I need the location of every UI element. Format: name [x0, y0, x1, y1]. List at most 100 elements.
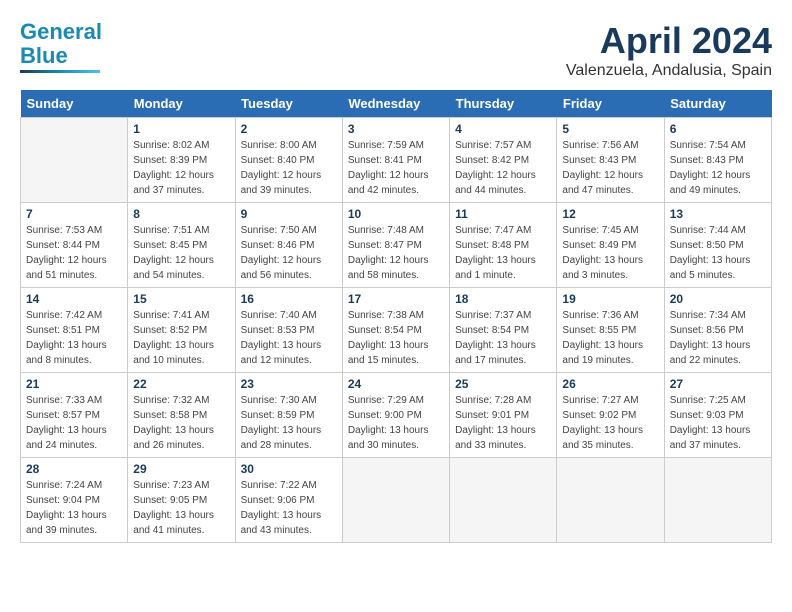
calendar-cell: 30 Sunrise: 7:22 AMSunset: 9:06 PMDayligh…	[235, 458, 342, 543]
col-header-friday: Friday	[557, 90, 664, 118]
calendar-cell: 9Sunrise: 7:50 AMSunset: 8:46 PMDaylight…	[235, 203, 342, 288]
calendar-cell	[21, 118, 128, 203]
calendar-cell: 18Sunrise: 7:37 AMSunset: 8:54 PMDayligh…	[450, 288, 557, 373]
day-number: 12	[562, 207, 658, 221]
calendar-table: SundayMondayTuesdayWednesdayThursdayFrid…	[20, 90, 772, 543]
day-info: Sunrise: 7:29 AMSunset: 9:00 PMDaylight:…	[348, 393, 444, 453]
calendar-cell: 28 Sunrise: 7:24 AMSunset: 9:04 PMDayligh…	[21, 458, 128, 543]
day-info: Sunrise: 7:41 AMSunset: 8:52 PMDaylight:…	[133, 308, 229, 368]
calendar-cell: 23 Sunrise: 7:30 AMSunset: 8:59 PMDayligh…	[235, 373, 342, 458]
calendar-cell	[664, 458, 771, 543]
day-info: Sunrise: 7:37 AMSunset: 8:54 PMDaylight:…	[455, 308, 551, 368]
calendar-cell: 16Sunrise: 7:40 AMSunset: 8:53 PMDayligh…	[235, 288, 342, 373]
calendar-cell: 29 Sunrise: 7:23 AMSunset: 9:05 PMDayligh…	[128, 458, 235, 543]
day-info: Sunrise: 7:45 AMSunset: 8:49 PMDaylight:…	[562, 223, 658, 283]
calendar-cell	[557, 458, 664, 543]
day-number: 8	[133, 207, 229, 221]
header-row: SundayMondayTuesdayWednesdayThursdayFrid…	[21, 90, 772, 118]
day-info: Sunrise: 7:30 AMSunset: 8:59 PMDaylight:…	[241, 393, 337, 453]
day-number: 1	[133, 122, 229, 136]
day-number: 11	[455, 207, 551, 221]
day-info: Sunrise: 7:22 AMSunset: 9:06 PMDaylight:…	[241, 478, 337, 538]
day-info: Sunrise: 7:42 AMSunset: 8:51 PMDaylight:…	[26, 308, 122, 368]
day-number: 21	[26, 377, 122, 391]
col-header-tuesday: Tuesday	[235, 90, 342, 118]
day-number: 29	[133, 462, 229, 476]
calendar-cell: 2 Sunrise: 8:00 AMSunset: 8:40 PMDaylight…	[235, 118, 342, 203]
month-title: April 2024	[566, 20, 772, 62]
week-row-4: 21 Sunrise: 7:33 AMSunset: 8:57 PMDayligh…	[21, 373, 772, 458]
calendar-cell: 13Sunrise: 7:44 AMSunset: 8:50 PMDayligh…	[664, 203, 771, 288]
page-header: General Blue April 2024 Valenzuela, Anda…	[20, 20, 772, 80]
calendar-cell: 14 Sunrise: 7:42 AMSunset: 8:51 PMDayligh…	[21, 288, 128, 373]
calendar-cell: 15 Sunrise: 7:41 AMSunset: 8:52 PMDayligh…	[128, 288, 235, 373]
day-number: 26	[562, 377, 658, 391]
day-number: 3	[348, 122, 444, 136]
day-info: Sunrise: 7:57 AMSunset: 8:42 PMDaylight:…	[455, 138, 551, 198]
calendar-cell: 22 Sunrise: 7:32 AMSunset: 8:58 PMDayligh…	[128, 373, 235, 458]
logo-decoration	[20, 70, 100, 73]
calendar-cell: 20 Sunrise: 7:34 AMSunset: 8:56 PMDayligh…	[664, 288, 771, 373]
col-header-monday: Monday	[128, 90, 235, 118]
col-header-saturday: Saturday	[664, 90, 771, 118]
calendar-cell: 3 Sunrise: 7:59 AMSunset: 8:41 PMDaylight…	[342, 118, 449, 203]
day-info: Sunrise: 7:23 AMSunset: 9:05 PMDaylight:…	[133, 478, 229, 538]
calendar-cell: 19 Sunrise: 7:36 AMSunset: 8:55 PMDayligh…	[557, 288, 664, 373]
day-number: 20	[670, 292, 766, 306]
day-info: Sunrise: 8:00 AMSunset: 8:40 PMDaylight:…	[241, 138, 337, 198]
day-info: Sunrise: 7:32 AMSunset: 8:58 PMDaylight:…	[133, 393, 229, 453]
day-number: 23	[241, 377, 337, 391]
day-number: 5	[562, 122, 658, 136]
calendar-cell: 11 Sunrise: 7:47 AMSunset: 8:48 PMDayligh…	[450, 203, 557, 288]
day-info: Sunrise: 7:36 AMSunset: 8:55 PMDaylight:…	[562, 308, 658, 368]
calendar-cell: 26Sunrise: 7:27 AMSunset: 9:02 PMDayligh…	[557, 373, 664, 458]
day-info: Sunrise: 7:25 AMSunset: 9:03 PMDaylight:…	[670, 393, 766, 453]
day-info: Sunrise: 7:47 AMSunset: 8:48 PMDaylight:…	[455, 223, 551, 283]
day-number: 13	[670, 207, 766, 221]
day-info: Sunrise: 7:59 AMSunset: 8:41 PMDaylight:…	[348, 138, 444, 198]
calendar-cell: 27 Sunrise: 7:25 AMSunset: 9:03 PMDayligh…	[664, 373, 771, 458]
title-block: April 2024 Valenzuela, Andalusia, Spain	[566, 20, 772, 80]
calendar-cell	[342, 458, 449, 543]
calendar-cell: 6 Sunrise: 7:54 AMSunset: 8:43 PMDaylight…	[664, 118, 771, 203]
day-info: Sunrise: 7:54 AMSunset: 8:43 PMDaylight:…	[670, 138, 766, 198]
day-number: 30	[241, 462, 337, 476]
logo-general: General	[20, 19, 102, 44]
day-info: Sunrise: 7:53 AMSunset: 8:44 PMDaylight:…	[26, 223, 122, 283]
day-info: Sunrise: 7:33 AMSunset: 8:57 PMDaylight:…	[26, 393, 122, 453]
day-number: 9	[241, 207, 337, 221]
calendar-cell: 5 Sunrise: 7:56 AMSunset: 8:43 PMDaylight…	[557, 118, 664, 203]
day-info: Sunrise: 7:38 AMSunset: 8:54 PMDaylight:…	[348, 308, 444, 368]
day-number: 28	[26, 462, 122, 476]
day-number: 22	[133, 377, 229, 391]
day-number: 17	[348, 292, 444, 306]
day-number: 16	[241, 292, 337, 306]
calendar-cell: 8 Sunrise: 7:51 AMSunset: 8:45 PMDaylight…	[128, 203, 235, 288]
day-number: 6	[670, 122, 766, 136]
day-info: Sunrise: 7:51 AMSunset: 8:45 PMDaylight:…	[133, 223, 229, 283]
day-info: Sunrise: 8:02 AMSunset: 8:39 PMDaylight:…	[133, 138, 229, 198]
week-row-2: 7 Sunrise: 7:53 AMSunset: 8:44 PMDaylight…	[21, 203, 772, 288]
day-info: Sunrise: 7:56 AMSunset: 8:43 PMDaylight:…	[562, 138, 658, 198]
day-number: 2	[241, 122, 337, 136]
day-number: 19	[562, 292, 658, 306]
day-number: 10	[348, 207, 444, 221]
calendar-cell: 1 Sunrise: 8:02 AMSunset: 8:39 PMDaylight…	[128, 118, 235, 203]
calendar-cell: 4 Sunrise: 7:57 AMSunset: 8:42 PMDaylight…	[450, 118, 557, 203]
calendar-cell: 10 Sunrise: 7:48 AMSunset: 8:47 PMDayligh…	[342, 203, 449, 288]
col-header-thursday: Thursday	[450, 90, 557, 118]
day-info: Sunrise: 7:48 AMSunset: 8:47 PMDaylight:…	[348, 223, 444, 283]
day-number: 7	[26, 207, 122, 221]
day-number: 14	[26, 292, 122, 306]
day-info: Sunrise: 7:24 AMSunset: 9:04 PMDaylight:…	[26, 478, 122, 538]
calendar-cell: 7 Sunrise: 7:53 AMSunset: 8:44 PMDaylight…	[21, 203, 128, 288]
logo: General Blue	[20, 20, 102, 73]
day-number: 15	[133, 292, 229, 306]
calendar-cell: 21 Sunrise: 7:33 AMSunset: 8:57 PMDayligh…	[21, 373, 128, 458]
day-number: 25	[455, 377, 551, 391]
day-info: Sunrise: 7:34 AMSunset: 8:56 PMDaylight:…	[670, 308, 766, 368]
week-row-3: 14 Sunrise: 7:42 AMSunset: 8:51 PMDayligh…	[21, 288, 772, 373]
col-header-wednesday: Wednesday	[342, 90, 449, 118]
day-number: 4	[455, 122, 551, 136]
day-number: 27	[670, 377, 766, 391]
